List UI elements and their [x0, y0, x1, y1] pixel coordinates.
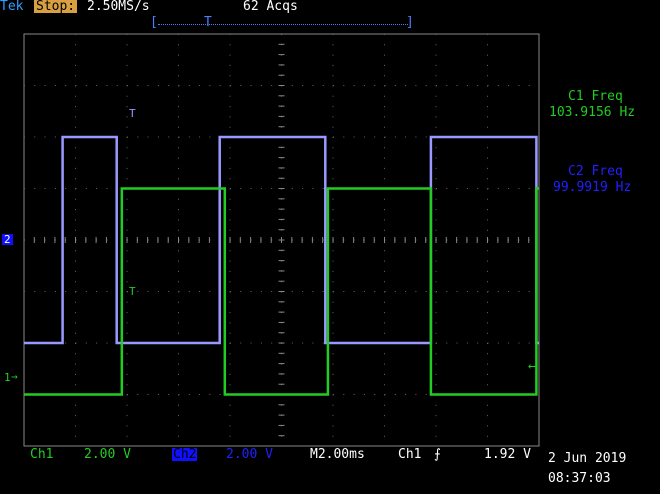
- brand-label: Tek: [0, 0, 24, 14]
- trigger-bracket-left: [: [150, 15, 158, 30]
- waveform-traces: [24, 135, 539, 396]
- sample-rate: 2.50MS/s: [87, 0, 150, 14]
- ch1-ground-arrow-icon: →: [11, 370, 18, 383]
- c2-freq-value: 99.9919 Hz: [553, 180, 632, 195]
- date-label: 2 Jun 2019: [548, 451, 627, 466]
- ch1-scale: 2.00 V: [84, 447, 131, 462]
- trigger-level-readout: 1.92 V: [484, 447, 531, 462]
- ch1-ground-marker[interactable]: 1: [4, 372, 11, 383]
- c1-freq-label: C1 Freq: [568, 89, 623, 104]
- ch1-label[interactable]: Ch1: [30, 448, 53, 461]
- timebase: M2.00ms: [310, 447, 365, 462]
- ch2-trigger-marker: T: [129, 107, 136, 120]
- ch2-scale: 2.00 V: [226, 447, 273, 462]
- c2-freq-label: C2 Freq: [568, 164, 623, 179]
- trigger-level-marker[interactable]: ←: [528, 360, 536, 373]
- trigger-source: Ch1: [398, 447, 422, 462]
- ch1-trigger-marker: T: [129, 285, 136, 298]
- record-view-line: [158, 24, 408, 25]
- oscilloscope-display: [23, 33, 540, 447]
- acquisition-count: 62 Acqs: [243, 0, 298, 14]
- trigger-position-marker[interactable]: T: [204, 16, 212, 29]
- ch2-ground-marker[interactable]: 2: [2, 234, 13, 245]
- trigger-slope-icon: ⨍: [434, 447, 441, 462]
- run-state-badge[interactable]: Stop:: [34, 0, 78, 13]
- ch2-label[interactable]: Ch2: [172, 448, 198, 461]
- time-label: 08:37:03: [548, 471, 611, 486]
- trigger-bracket-right: ]: [406, 15, 414, 30]
- c1-freq-value: 103.9156 Hz: [549, 105, 636, 120]
- graticule: [23, 33, 540, 447]
